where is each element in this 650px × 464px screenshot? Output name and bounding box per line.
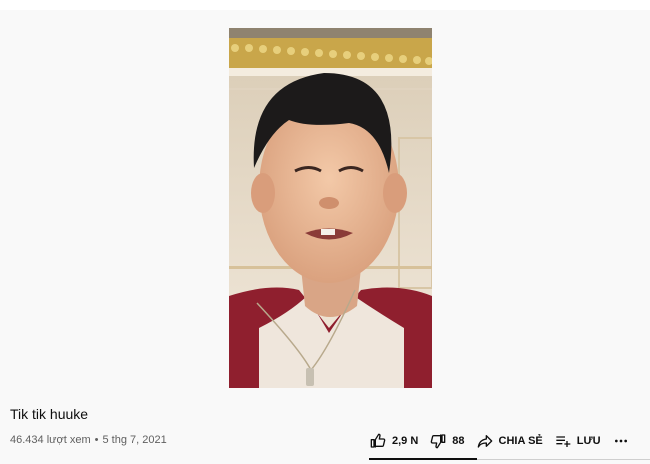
save-label: LƯU (576, 435, 601, 447)
thumbs-down-icon (430, 433, 446, 449)
view-count: 46.434 lượt xem (10, 434, 91, 446)
share-button[interactable]: CHIA SẺ (477, 433, 543, 449)
playlist-add-icon (555, 433, 571, 449)
share-label: CHIA SẺ (498, 435, 543, 447)
like-count: 2,9 N (392, 435, 419, 447)
action-bar: 2,9 N 88 CHIA SẺ LƯU (370, 430, 641, 452)
video-player[interactable] (0, 10, 650, 400)
upload-date: 5 thg 7, 2021 (102, 434, 167, 446)
save-button[interactable]: LƯU (555, 433, 601, 449)
meta-separator: • (94, 434, 99, 446)
more-actions-button[interactable] (613, 433, 629, 449)
more-horizontal-icon (613, 433, 629, 449)
like-dislike-ratio-bar (369, 458, 477, 460)
dislike-button[interactable]: 88 (430, 433, 465, 449)
video-title: Tik tik huuke (10, 406, 89, 422)
actions-divider (477, 459, 650, 460)
thumbs-up-icon (370, 433, 386, 449)
video-frame[interactable] (229, 28, 432, 388)
dislike-count: 88 (452, 435, 465, 447)
video-meta: 46.434 lượt xem • 5 thg 7, 2021 (10, 433, 167, 447)
top-strip (0, 0, 650, 10)
like-button[interactable]: 2,9 N (370, 433, 418, 449)
video-still-image (229, 28, 432, 388)
share-arrow-icon (477, 433, 493, 449)
